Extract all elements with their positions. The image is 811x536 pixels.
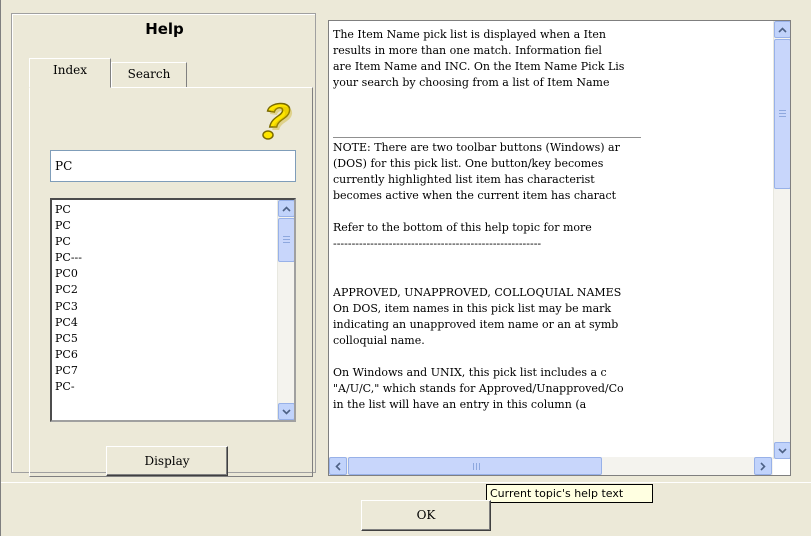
help-text-line: your search by choosing from a list of I… (333, 76, 610, 90)
index-list[interactable]: PC PC PC PC--- PC0 PC2 PC3 PC4 PC5 PC6 P… (50, 198, 296, 422)
list-item[interactable]: PC (54, 218, 268, 234)
help-navigation-panel: Help Index Search PC PC PC PC PC--- PC0 (11, 13, 316, 477)
list-item[interactable]: PC--- (54, 250, 268, 266)
list-item[interactable]: PC5 (54, 331, 268, 347)
chevron-up-icon (282, 205, 291, 212)
chevron-down-icon (282, 408, 291, 415)
index-search-input[interactable]: PC (50, 150, 296, 182)
question-mark-icon (252, 97, 296, 143)
help-text-line: "A/U/C," which stands for Approved/Unapp… (333, 382, 624, 396)
ok-button[interactable]: OK (361, 500, 491, 531)
help-text-vertical-scrollbar[interactable] (773, 21, 790, 459)
help-text-line: indicating an unapproved item name or an… (333, 317, 619, 331)
help-text-line: NOTE: There are two toolbar buttons (Win… (333, 140, 620, 154)
help-text-line: are Item Name and INC. On the Item Name … (333, 60, 625, 74)
list-item[interactable]: PC0 (54, 266, 268, 282)
chevron-down-icon (778, 447, 787, 454)
scroll-down-button[interactable] (278, 403, 294, 420)
help-text-line (333, 204, 773, 220)
help-text-line: On Windows and UNIX, this pick list incl… (333, 365, 607, 379)
chevron-right-icon (760, 461, 766, 471)
divider (1, 482, 811, 483)
help-text-line: On DOS, item names in this pick list may… (333, 301, 612, 315)
tooltip: Current topic's help text (486, 484, 653, 503)
index-tab-body: PC PC PC PC PC--- PC0 PC2 PC3 PC4 PC5 PC… (29, 87, 313, 477)
help-text-line: Refer to the bottom of this help topic f… (333, 221, 592, 235)
help-text-line: colloquial name. (333, 333, 425, 347)
list-item[interactable]: PC7 (54, 363, 268, 379)
help-text-content: The Item Name pick list is displayed whe… (333, 27, 773, 452)
help-text-line (333, 107, 773, 123)
list-item[interactable]: PC (54, 202, 268, 218)
help-text-line (333, 91, 773, 107)
help-text-line (333, 349, 773, 365)
index-list-items: PC PC PC PC--- PC0 PC2 PC3 PC4 PC5 PC6 P… (54, 202, 268, 395)
scroll-left-button[interactable] (329, 457, 347, 475)
scroll-up-button[interactable] (278, 200, 294, 217)
help-text-pane[interactable]: The Item Name pick list is displayed whe… (328, 20, 791, 476)
list-item[interactable]: PC (54, 234, 268, 250)
help-text-line (333, 268, 773, 284)
help-text-line: APPROVED, UNAPPROVED, COLLOQUIAL NAMES (333, 285, 622, 299)
list-item[interactable]: PC- (54, 379, 268, 395)
tab-index[interactable]: Index (29, 58, 111, 88)
scroll-thumb[interactable] (348, 457, 602, 475)
display-button[interactable]: Display (106, 446, 228, 476)
help-text-line: becomes active when the current item has… (333, 188, 617, 202)
tab-search[interactable]: Search (111, 62, 187, 88)
help-text-line: in the list will have an entry in this c… (333, 398, 587, 412)
list-item[interactable]: PC2 (54, 282, 268, 298)
list-item[interactable]: PC3 (54, 299, 268, 315)
help-text-line: ----------------------------------------… (333, 237, 542, 251)
scroll-right-button[interactable] (754, 457, 772, 475)
help-text-horizontal-scrollbar[interactable] (329, 457, 773, 475)
help-text-line: results in more than one match. Informat… (333, 44, 602, 58)
index-list-scrollbar[interactable] (277, 200, 294, 420)
chevron-up-icon (778, 26, 787, 33)
scroll-thumb[interactable] (278, 218, 294, 262)
chevron-left-icon (335, 461, 341, 471)
help-text-line: currently highlighted list item has char… (333, 172, 595, 186)
list-item[interactable]: PC4 (54, 315, 268, 331)
scroll-down-button[interactable] (774, 442, 790, 459)
help-text-line: (DOS) for this pick list. One button/key… (333, 156, 604, 170)
help-title: Help (145, 20, 184, 38)
scroll-up-button[interactable] (774, 21, 790, 38)
help-window: Help Index Search PC PC PC PC PC--- PC0 (0, 0, 811, 536)
list-item[interactable]: PC6 (54, 347, 268, 363)
scroll-thumb[interactable] (774, 39, 790, 189)
help-text-line (333, 252, 773, 268)
help-text-line: The Item Name pick list is displayed whe… (333, 28, 606, 41)
help-text-line: ________________________________________… (333, 124, 641, 138)
